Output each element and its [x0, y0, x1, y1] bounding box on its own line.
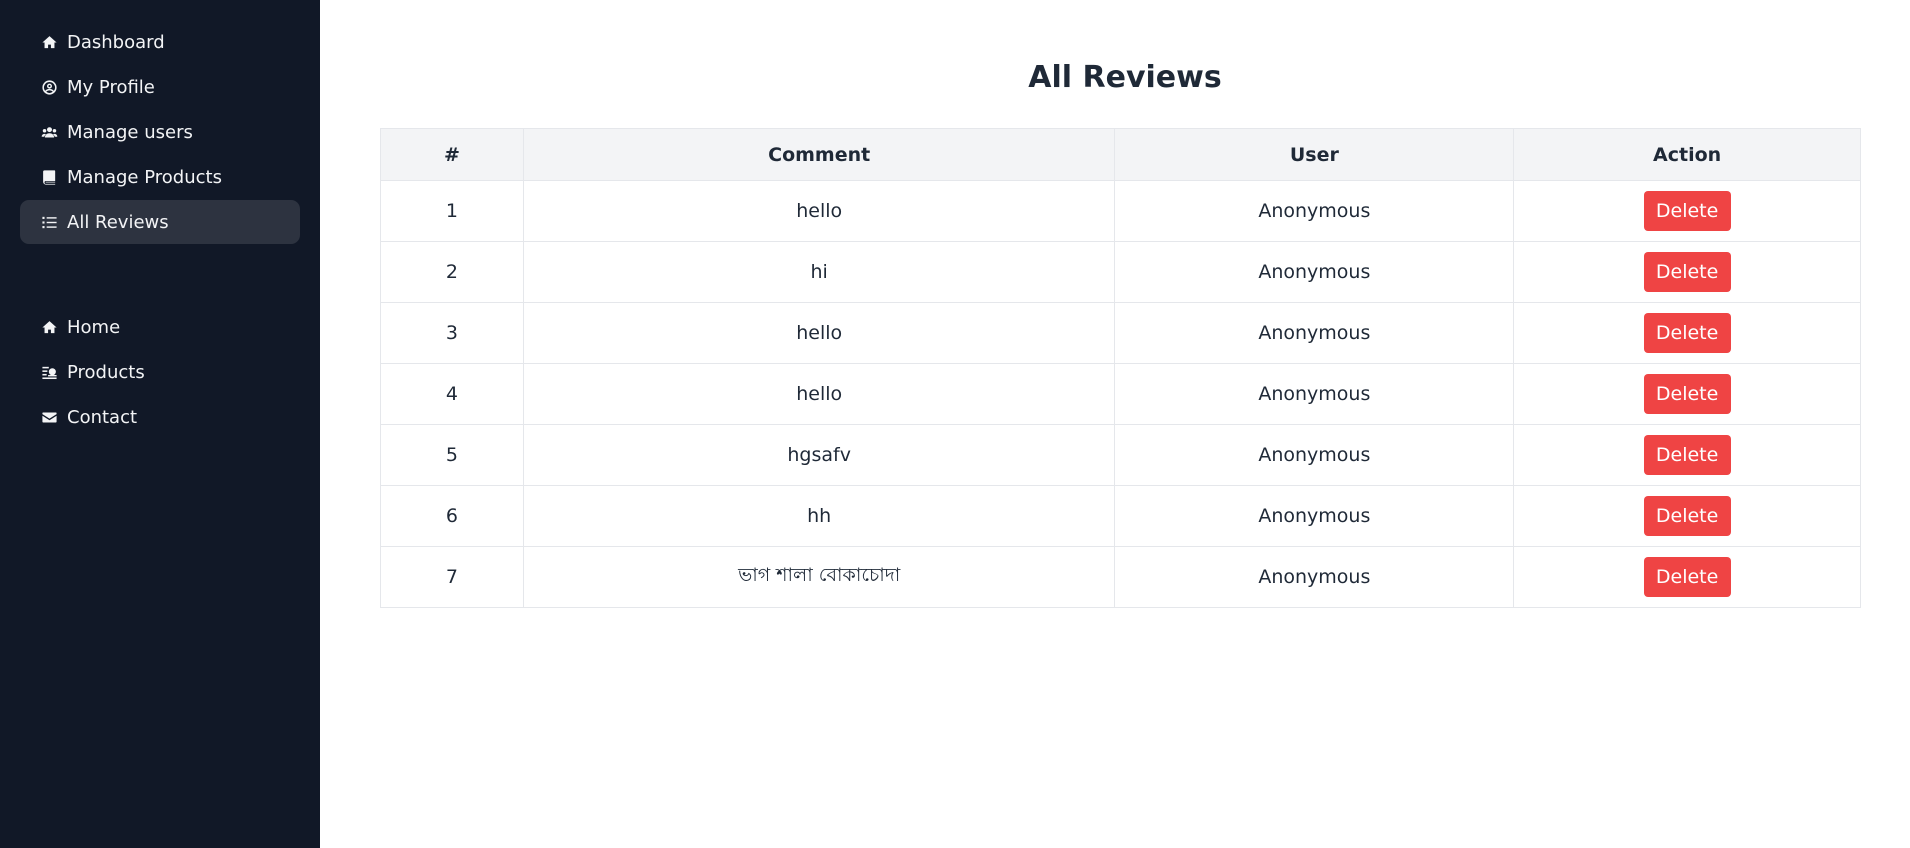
table-row: 6 hh Anonymous Delete [380, 485, 1861, 547]
row-user: Anonymous [1114, 546, 1515, 608]
row-action-cell: Delete [1513, 302, 1861, 364]
table-row: 4 hello Anonymous Delete [380, 363, 1861, 425]
table-row: 2 hi Anonymous Delete [380, 241, 1861, 303]
row-number: 7 [380, 546, 524, 608]
row-comment: hi [522, 241, 1116, 303]
sidebar-item-label: Dashboard [67, 31, 165, 53]
row-comment: ভাগ শালা বোকাচোদা [522, 546, 1116, 608]
table-row: 5 hgsafv Anonymous Delete [380, 424, 1861, 486]
row-action-cell: Delete [1513, 363, 1861, 425]
table-header-row: # Comment User Action [380, 128, 1861, 181]
column-header-action: Action [1513, 128, 1861, 181]
row-number: 5 [380, 424, 524, 486]
row-user: Anonymous [1114, 424, 1515, 486]
delete-button[interactable]: Delete [1643, 496, 1731, 536]
sidebar-item-manage-products[interactable]: Manage Products [20, 155, 300, 199]
row-user: Anonymous [1114, 180, 1515, 242]
row-number: 4 [380, 363, 524, 425]
row-number: 3 [380, 302, 524, 364]
sidebar-item-label: Contact [67, 406, 138, 428]
sidebar-item-label: Home [67, 316, 121, 338]
user-circle-icon [40, 78, 58, 96]
sidebar-primary-nav: Dashboard My Profile Manage users Manage… [20, 20, 300, 244]
row-comment: hgsafv [522, 424, 1116, 486]
row-comment: hello [522, 180, 1116, 242]
row-action-cell: Delete [1513, 546, 1861, 608]
delete-button[interactable]: Delete [1643, 557, 1731, 597]
row-action-cell: Delete [1513, 424, 1861, 486]
sidebar-item-label: All Reviews [67, 211, 169, 233]
delete-button[interactable]: Delete [1643, 435, 1731, 475]
row-comment: hello [522, 363, 1116, 425]
sidebar-item-all-reviews[interactable]: All Reviews [20, 200, 300, 244]
users-icon [40, 123, 58, 141]
row-action-cell: Delete [1513, 180, 1861, 242]
column-header-user: User [1114, 128, 1515, 181]
sidebar-item-label: Manage users [67, 121, 193, 143]
page-title: All Reviews [1028, 60, 1222, 95]
envelope-icon [40, 408, 58, 426]
sidebar-item-dashboard[interactable]: Dashboard [20, 20, 300, 64]
table-row: 1 hello Anonymous Delete [380, 180, 1861, 242]
row-action-cell: Delete [1513, 241, 1861, 303]
products-icon [40, 363, 58, 381]
column-header-number: # [380, 128, 524, 181]
sidebar: Dashboard My Profile Manage users Manage… [0, 0, 320, 848]
row-number: 1 [380, 180, 524, 242]
row-comment: hh [522, 485, 1116, 547]
home-icon [40, 33, 58, 51]
delete-button[interactable]: Delete [1643, 252, 1731, 292]
list-icon [40, 213, 58, 231]
table-row: 3 hello Anonymous Delete [380, 302, 1861, 364]
delete-button[interactable]: Delete [1643, 374, 1731, 414]
delete-button[interactable]: Delete [1643, 313, 1731, 353]
row-user: Anonymous [1114, 363, 1515, 425]
row-user: Anonymous [1114, 241, 1515, 303]
column-header-comment: Comment [522, 128, 1116, 181]
sidebar-item-manage-users[interactable]: Manage users [20, 110, 300, 154]
row-action-cell: Delete [1513, 485, 1861, 547]
sidebar-item-my-profile[interactable]: My Profile [20, 65, 300, 109]
sidebar-secondary-nav: Home Products Contact [20, 305, 300, 439]
delete-button[interactable]: Delete [1643, 191, 1731, 231]
home-icon [40, 318, 58, 336]
table-row: 7 ভাগ শালা বোকাচোদা Anonymous Delete [380, 546, 1861, 608]
sidebar-item-home[interactable]: Home [20, 305, 300, 349]
row-user: Anonymous [1114, 485, 1515, 547]
sidebar-item-label: My Profile [67, 76, 155, 98]
row-number: 2 [380, 241, 524, 303]
sidebar-item-products[interactable]: Products [20, 350, 300, 394]
reviews-table: # Comment User Action 1 hello Anonymous … [380, 128, 1861, 608]
book-icon [40, 168, 58, 186]
main-content: All Reviews # Comment User Action 1 hell… [320, 0, 1910, 848]
sidebar-item-label: Manage Products [67, 166, 222, 188]
sidebar-item-contact[interactable]: Contact [20, 395, 300, 439]
row-user: Anonymous [1114, 302, 1515, 364]
row-number: 6 [380, 485, 524, 547]
row-comment: hello [522, 302, 1116, 364]
sidebar-item-label: Products [67, 361, 145, 383]
